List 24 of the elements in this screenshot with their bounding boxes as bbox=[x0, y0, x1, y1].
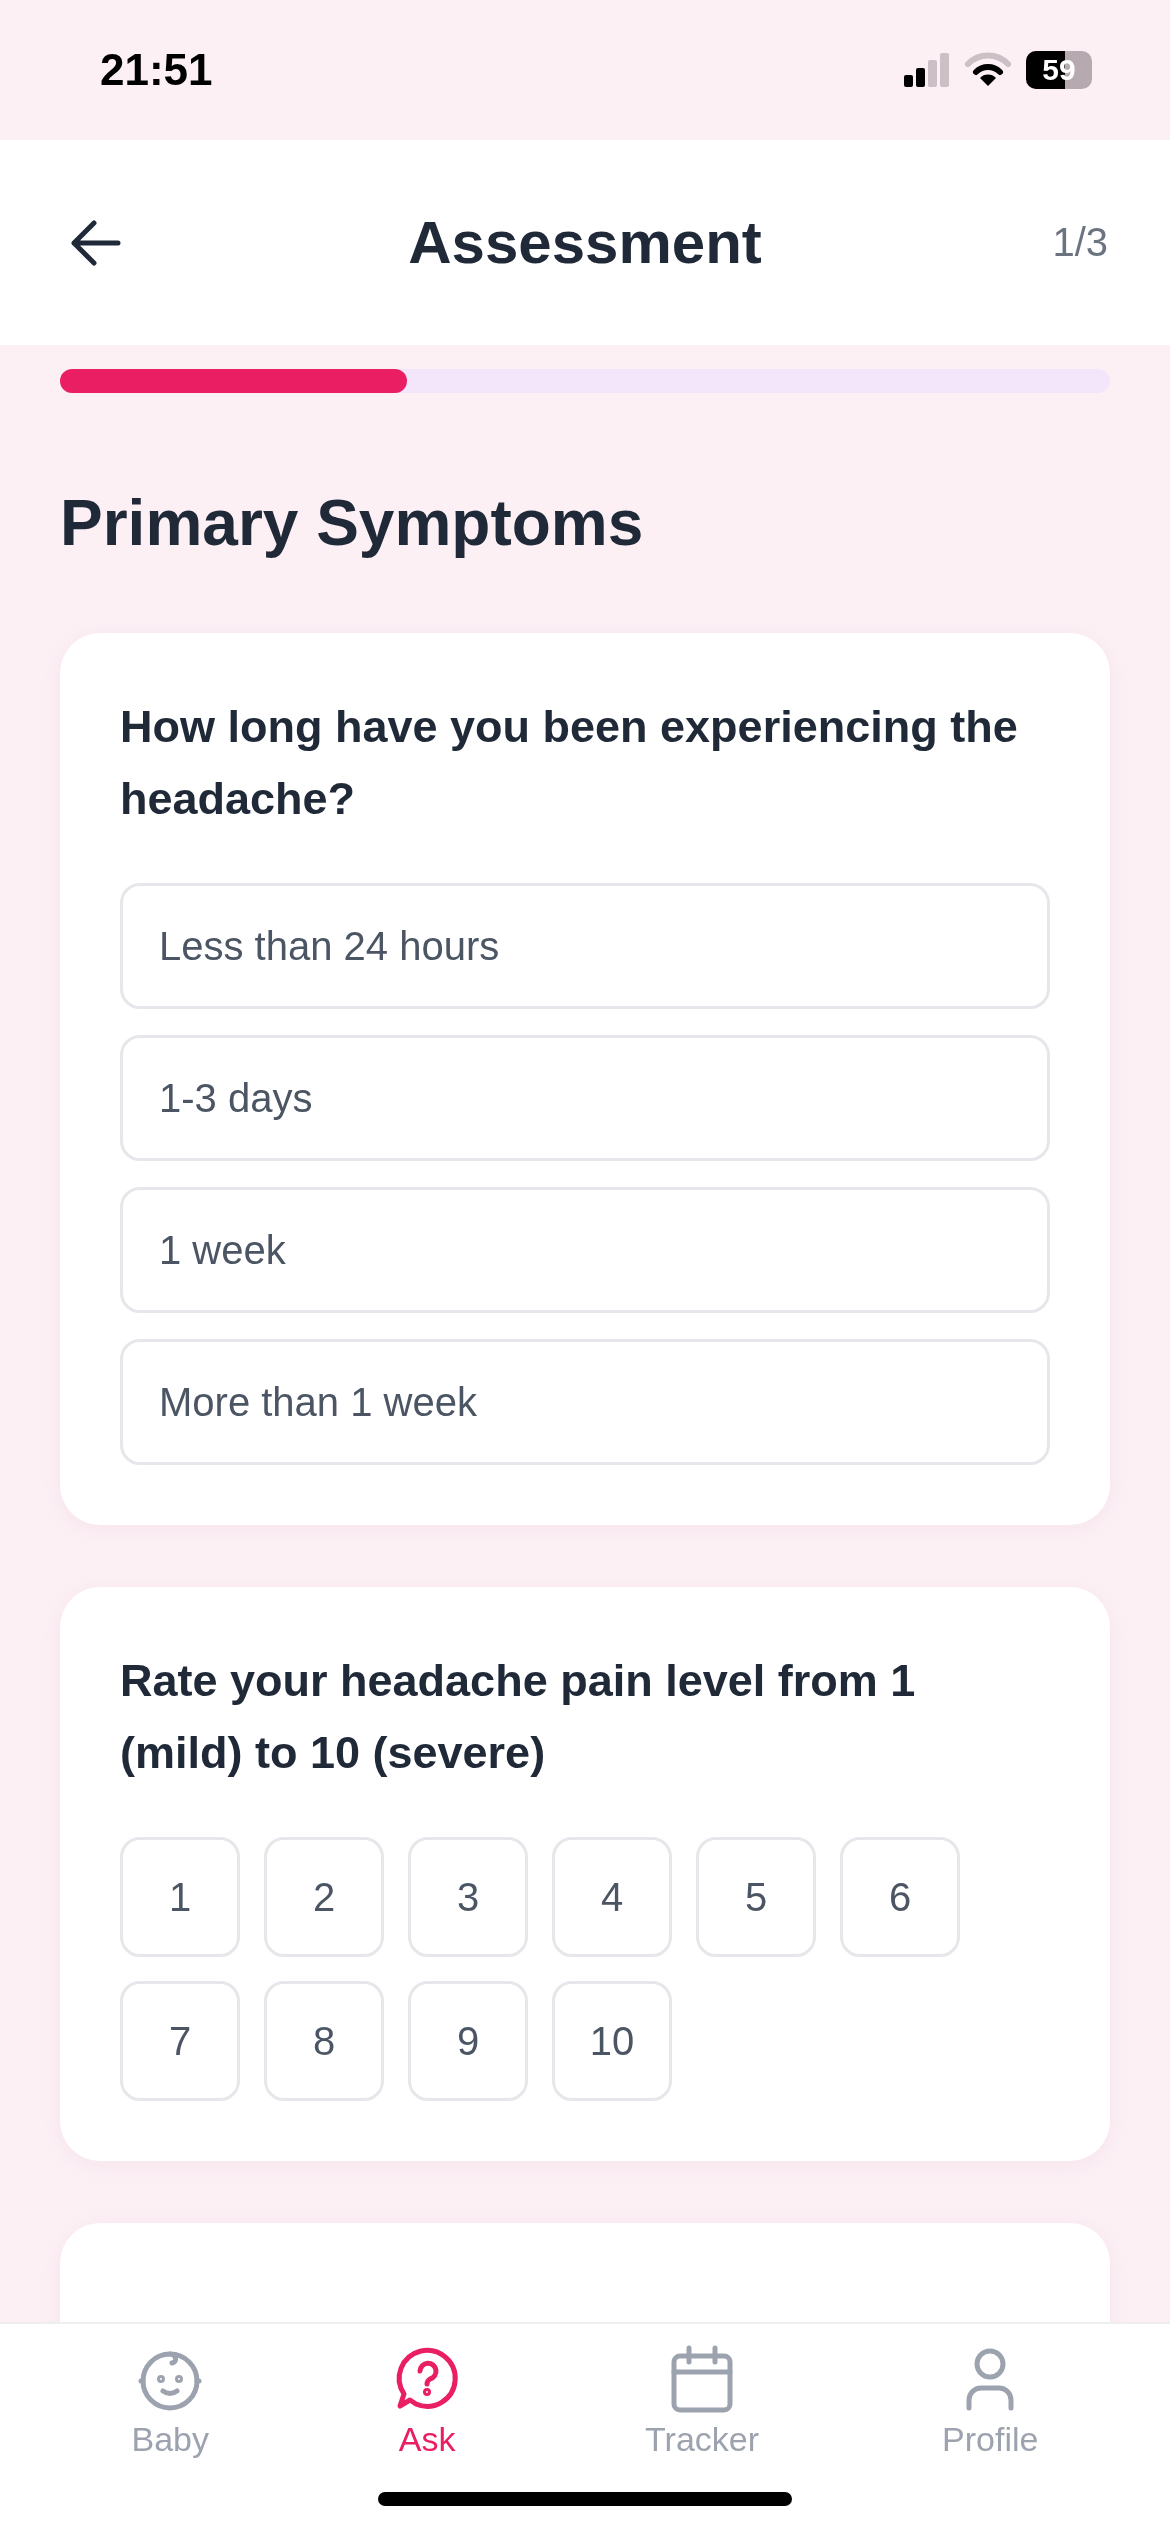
back-arrow-icon[interactable] bbox=[70, 218, 122, 267]
question-text: How long have you been experiencing the headache? bbox=[120, 700, 1019, 826]
rating-button[interactable]: 10 bbox=[552, 1981, 672, 2101]
answer-option[interactable]: 1 week bbox=[120, 1187, 1050, 1313]
rating-button[interactable]: 7 bbox=[120, 1981, 240, 2101]
rating-button[interactable]: 4 bbox=[552, 1837, 672, 1957]
rating-button[interactable]: 8 bbox=[264, 1981, 384, 2101]
answer-option[interactable]: Less than 24 hours bbox=[120, 883, 1050, 1009]
question-text: Rate your headache pain level from 1 (mild) to 10 (severe) bbox=[120, 1654, 917, 1780]
section-title: Primary Symptoms bbox=[60, 486, 645, 561]
rating-button[interactable]: 2 bbox=[264, 1837, 384, 1957]
rating-button[interactable]: 1 bbox=[120, 1837, 240, 1957]
status-time: 21:51 bbox=[100, 45, 213, 95]
rating-button[interactable]: 6 bbox=[840, 1837, 960, 1957]
rating-button[interactable]: 3 bbox=[408, 1837, 528, 1957]
tab[interactable]: Ask bbox=[392, 2344, 463, 2459]
wifi-icon bbox=[964, 52, 1012, 88]
rating-button[interactable]: 5 bbox=[696, 1837, 816, 1957]
answer-option[interactable]: 1-3 days bbox=[120, 1035, 1050, 1161]
step-counter: 1/3 bbox=[1052, 220, 1108, 265]
answer-option[interactable]: More than 1 week bbox=[120, 1339, 1050, 1465]
screen-title: Assessment bbox=[408, 208, 762, 277]
rating-button[interactable]: 9 bbox=[408, 1981, 528, 2101]
signal-icon bbox=[904, 53, 950, 87]
